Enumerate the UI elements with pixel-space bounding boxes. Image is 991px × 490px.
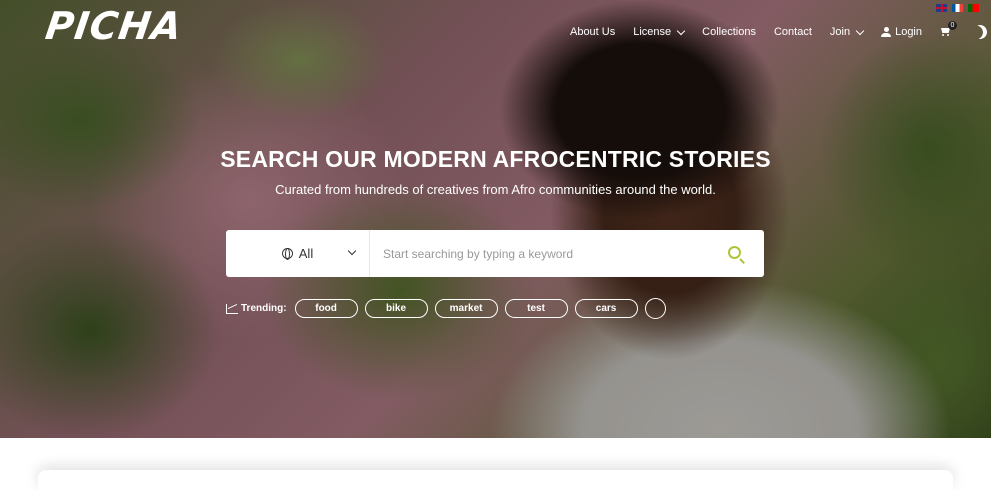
trending-tag-food[interactable]: food [294,299,358,318]
trending-tag-market[interactable]: market [434,299,498,318]
trending-tag-test[interactable]: test [504,299,568,318]
nav-login-label: Login [895,26,922,38]
hero-title: SEARCH OUR MODERN AFROCENTRIC STORIES [220,146,771,172]
moon-icon [971,23,989,41]
trending-tag-empty[interactable] [644,298,666,319]
hero-subtitle: Curated from hundreds of creatives from … [275,182,716,197]
content-area [0,438,991,490]
cart-button[interactable]: 0 [940,21,957,37]
trending-chart-icon [226,303,238,314]
category-select-value: All [298,246,314,261]
nav-collections[interactable]: Collections [702,26,756,38]
search-input[interactable] [370,230,708,277]
trending-label: Trending: [241,303,287,314]
language-switcher [936,4,979,12]
nav-collections-label: Collections [702,26,756,38]
uk-flag-icon[interactable] [936,4,947,12]
france-flag-icon[interactable] [952,4,963,12]
hero-banner: PICHA About Us License Collections Conta… [0,0,991,438]
search-icon [728,245,741,259]
nav-about-us[interactable]: About Us [570,26,615,38]
search-bar: All [226,230,764,277]
trending-tag-bike[interactable]: bike [364,299,428,318]
nav-login[interactable]: Login [881,26,922,38]
search-button[interactable] [708,230,764,277]
user-icon [881,27,892,37]
category-select[interactable]: All [226,230,370,277]
chevron-down-icon [676,26,686,35]
trending-tag-cars[interactable]: cars [574,299,638,318]
content-card [38,470,953,490]
nav-contact-label: Contact [773,26,812,38]
globe-icon [281,248,293,260]
cart-count-badge: 0 [948,21,957,30]
main-nav: About Us License Collections Contact Joi… [552,21,987,40]
chevron-down-icon [855,26,865,35]
portugal-flag-icon[interactable] [968,4,979,12]
nav-license-label: License [633,26,672,38]
nav-about-us-label: About Us [569,26,616,38]
dark-mode-toggle[interactable] [969,25,987,39]
nav-contact[interactable]: Contact [774,26,812,38]
trending-tags: Trending: food bike market test cars [226,298,673,319]
nav-join-label: Join [829,26,851,38]
nav-join[interactable]: Join [829,26,865,38]
chevron-down-icon [347,246,357,256]
nav-license[interactable]: License [633,26,686,38]
picha-logo[interactable]: PICHA [43,4,185,48]
